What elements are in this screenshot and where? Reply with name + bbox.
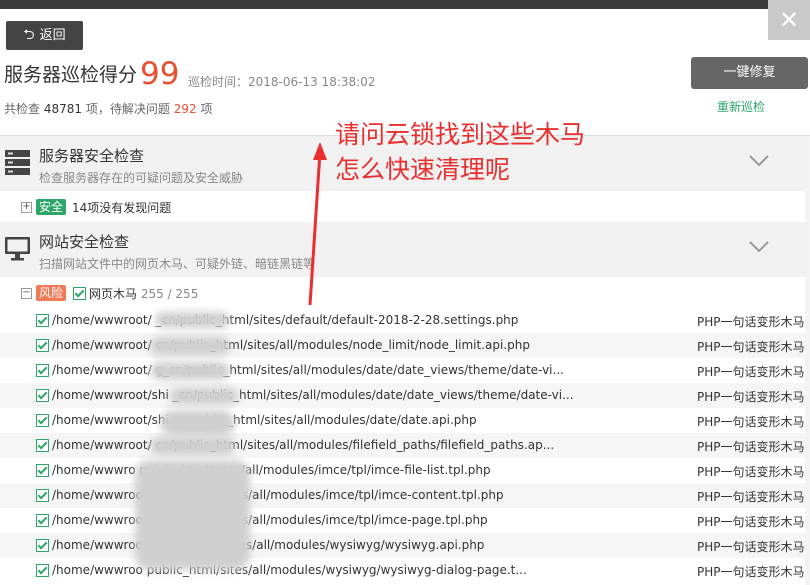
file-row[interactable]: /home/wwwroo public_html/sites/all/modul… xyxy=(0,558,805,583)
file-row[interactable]: /home/wwwroo public_html/sites/all/modul… xyxy=(0,483,805,508)
trojan-label: 网页木马 xyxy=(89,287,138,301)
redaction-blur xyxy=(160,410,235,436)
file-row[interactable]: /home/wwwroot/ cn/public_html/sites/all/… xyxy=(0,433,805,458)
threat-type: PHP一句话变形木马 xyxy=(697,415,805,429)
back-arrow-icon: ⮌ xyxy=(23,27,35,43)
title-bar xyxy=(0,0,810,9)
file-row[interactable]: /home/wwwroo public_html/sites/all/modul… xyxy=(0,508,805,533)
threat-type: PHP一句话变形木马 xyxy=(697,565,805,579)
threat-type: PHP一句话变形木马 xyxy=(697,390,805,404)
file-checkbox[interactable] xyxy=(36,389,49,402)
summary-suffix: 项 xyxy=(200,102,213,116)
section-desc: 扫描网站文件中的网页木马、可疑外链、暗链黑链等 xyxy=(39,257,316,271)
annotation-line-1: 请问云锁找到这些木马 xyxy=(335,120,586,149)
file-path: /home/wwwroot/ cn/public_html/sites/all/… xyxy=(52,438,555,452)
file-path: /home/wwwroot/ cn/public_html/sites/all/… xyxy=(52,338,530,352)
threat-type: PHP一句话变形木马 xyxy=(697,365,805,379)
redaction-blur xyxy=(155,312,230,328)
file-checkbox[interactable] xyxy=(36,514,49,527)
annotation-text: 请问云锁找到这些木马 怎么快速清理呢 xyxy=(335,117,585,187)
summary-prefix: 共检查 xyxy=(4,102,41,116)
file-checkbox[interactable] xyxy=(36,489,49,502)
file-row[interactable]: /home/wwwroot/ _cn/public_html/sites/def… xyxy=(0,308,805,333)
threat-type: PHP一句话变形木马 xyxy=(697,440,805,454)
redaction-blur xyxy=(150,437,235,455)
score-title: 服务器巡检得分 xyxy=(4,64,138,86)
file-checkbox[interactable] xyxy=(36,564,49,577)
file-row[interactable]: /home/wwwroot/shi cn/public_html/sites/a… xyxy=(0,408,805,433)
trojan-count: 255 / 255 xyxy=(140,287,199,301)
summary-mid: 项，待解决问题 xyxy=(85,102,170,116)
issue-count: 292 xyxy=(173,102,197,116)
close-icon: ✕ xyxy=(778,6,800,34)
threat-type: PHP一句话变形木马 xyxy=(697,515,805,529)
section-desc: 检查服务器存在的可疑问题及安全威胁 xyxy=(39,171,244,185)
back-label: 返回 xyxy=(39,28,66,43)
status-badge-safe: 安全 xyxy=(36,199,67,215)
file-path: /home/wwwroot/ g_cn/public_html/sites/al… xyxy=(52,363,564,377)
back-button[interactable]: ⮌ 返回 xyxy=(6,21,83,50)
redaction-blur xyxy=(150,362,230,380)
website-security-result: − 风险 网页木马 255 / 255 xyxy=(0,279,805,308)
annotation-line-2: 怎么快速清理呢 xyxy=(335,155,511,184)
expand-toggle[interactable]: + xyxy=(21,202,32,213)
file-checkbox[interactable] xyxy=(36,464,49,477)
section-website-security[interactable]: 网站安全检查 扫描网站文件中的网页木马、可疑外链、暗链黑链等 xyxy=(0,222,805,277)
file-path: /home/wwwroot/shi cn/public_html/sites/a… xyxy=(52,413,477,427)
section-title: 网站安全检查 xyxy=(39,233,130,251)
file-checkbox[interactable] xyxy=(36,414,49,427)
close-button[interactable]: ✕ xyxy=(768,0,810,40)
file-path: /home/wwwroot/ _cn/public_html/sites/def… xyxy=(52,313,519,327)
one-click-fix-button[interactable]: 一键修复 xyxy=(691,57,808,89)
threat-type: PHP一句话变形木马 xyxy=(697,315,805,329)
chevron-down-icon[interactable] xyxy=(748,154,770,168)
redaction-blur xyxy=(150,337,230,355)
file-checkbox[interactable] xyxy=(36,339,49,352)
select-all-checkbox[interactable] xyxy=(73,287,86,300)
chevron-down-icon[interactable] xyxy=(748,240,770,254)
inspect-time: 巡检时间：2018-06-13 18:38:02 xyxy=(188,75,376,89)
threat-type: PHP一句话变形木马 xyxy=(697,540,805,554)
threat-type: PHP一句话变形木马 xyxy=(697,490,805,504)
file-checkbox[interactable] xyxy=(36,314,49,327)
rescan-link[interactable]: 重新巡检 xyxy=(717,98,765,115)
file-checkbox[interactable] xyxy=(36,539,49,552)
redaction-blur xyxy=(135,460,250,570)
checked-count: 48781 xyxy=(43,102,83,116)
file-checkbox[interactable] xyxy=(36,364,49,377)
threat-type: PHP一句话变形木马 xyxy=(697,340,805,354)
section-title: 服务器安全检查 xyxy=(39,147,145,165)
server-icon xyxy=(5,150,30,175)
file-row[interactable]: /home/wwwroot/ cn/public_html/sites/all/… xyxy=(0,333,805,358)
file-row[interactable]: /home/wwwro public_html/sites/all/module… xyxy=(0,458,805,483)
file-row[interactable]: /home/wwwroo /public_html/sites/all/modu… xyxy=(0,533,805,558)
score-value: 99 xyxy=(140,56,180,92)
scrollbar[interactable] xyxy=(805,136,810,585)
collapse-toggle[interactable]: − xyxy=(21,288,32,299)
result-label: 网页木马 255 / 255 xyxy=(89,285,198,302)
file-row[interactable]: /home/wwwroot/ g_cn/public_html/sites/al… xyxy=(0,358,805,383)
redaction-blur xyxy=(170,388,238,404)
monitor-icon xyxy=(5,237,30,261)
summary-text: 共检查 48781 项，待解决问题 292 项 xyxy=(4,100,212,117)
file-path: /home/wwwroot/shi _cn/public_html/sites/… xyxy=(52,388,574,402)
file-row[interactable]: /home/wwwroot/shi _cn/public_html/sites/… xyxy=(0,383,805,408)
status-badge-risk: 风险 xyxy=(36,285,67,301)
server-security-result: + 安全 14项没有发现问题 xyxy=(0,193,805,222)
threat-type: PHP一句话变形木马 xyxy=(697,465,805,479)
result-label: 14项没有发现问题 xyxy=(72,201,172,215)
file-checkbox[interactable] xyxy=(36,439,49,452)
